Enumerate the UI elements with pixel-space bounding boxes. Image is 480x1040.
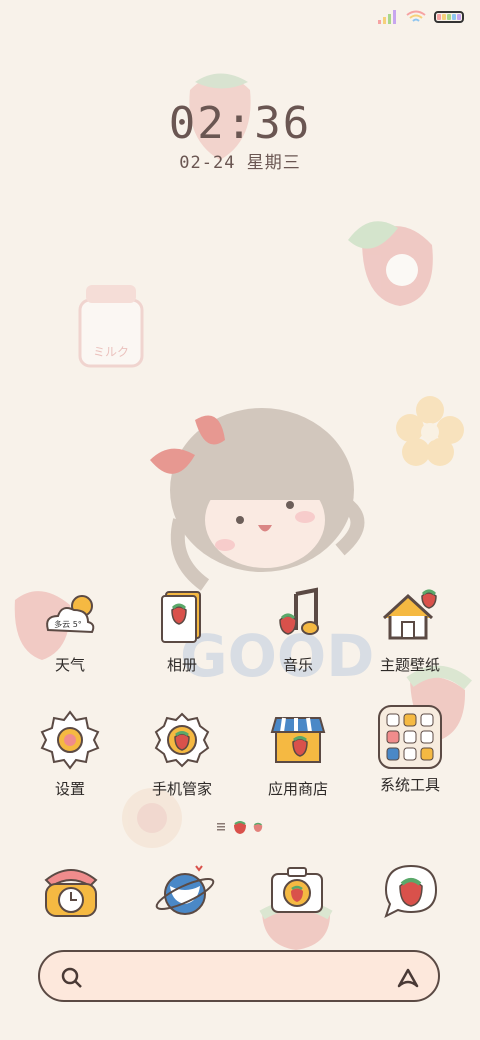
system-tools-folder-icon [378,705,442,769]
app-photo-album[interactable]: 相册 [124,584,240,675]
wifi-icon [406,10,426,22]
browser-planet-icon [155,865,215,915]
battery-icon [434,11,464,23]
assistant-icon[interactable] [396,966,420,990]
app-label: 应用商店 [267,780,328,798]
strawberry-page-icon [234,821,246,834]
app-label: 设置 [54,780,85,798]
signal-icon [378,10,396,24]
dock-phone[interactable] [36,856,106,926]
weather-text: 多云 5° [54,619,82,629]
clock-date[interactable]: 02-24 星期三 [0,148,480,173]
app-weather[interactable]: 多云 5° 天气 [12,584,128,675]
phone-manager-icon [154,712,210,768]
menu-lines-icon [217,823,225,831]
app-label: 音乐 [282,656,313,674]
app-music[interactable]: 音乐 [240,584,356,675]
dock-browser[interactable] [150,856,220,926]
app-theme[interactable]: 主题壁纸 [352,584,468,675]
strawberry-small-page-icon [253,822,263,832]
app-settings[interactable]: 设置 [12,708,128,799]
page-indicator[interactable] [0,820,480,834]
milk-label: ミルク [93,345,129,359]
phone-icon [44,869,98,917]
music-note-icon [279,587,319,635]
app-label: 主题壁纸 [379,656,440,674]
photo-album-icon [161,591,201,643]
app-phone-manager[interactable]: 手机管家 [124,708,240,799]
weather-icon: 多云 5° [46,595,95,634]
search-icon[interactable] [60,966,84,990]
messages-icon [384,864,438,918]
theme-house-icon [382,589,437,640]
app-label: 手机管家 [151,780,212,798]
app-system-tools-folder[interactable]: 系统工具 [352,704,468,795]
search-bar[interactable] [38,950,440,1002]
settings-gear-icon [40,710,100,770]
camera-icon [271,867,323,913]
dock-camera[interactable] [262,856,332,926]
status-bar [378,10,464,24]
app-label: 相册 [166,656,197,674]
app-label: 系统工具 [379,776,440,794]
app-label: 天气 [54,656,85,674]
app-store[interactable]: 应用商店 [240,708,356,799]
dock-messages[interactable] [376,856,446,926]
clock-time[interactable]: 02:36 [0,98,480,149]
app-store-icon [270,717,326,763]
